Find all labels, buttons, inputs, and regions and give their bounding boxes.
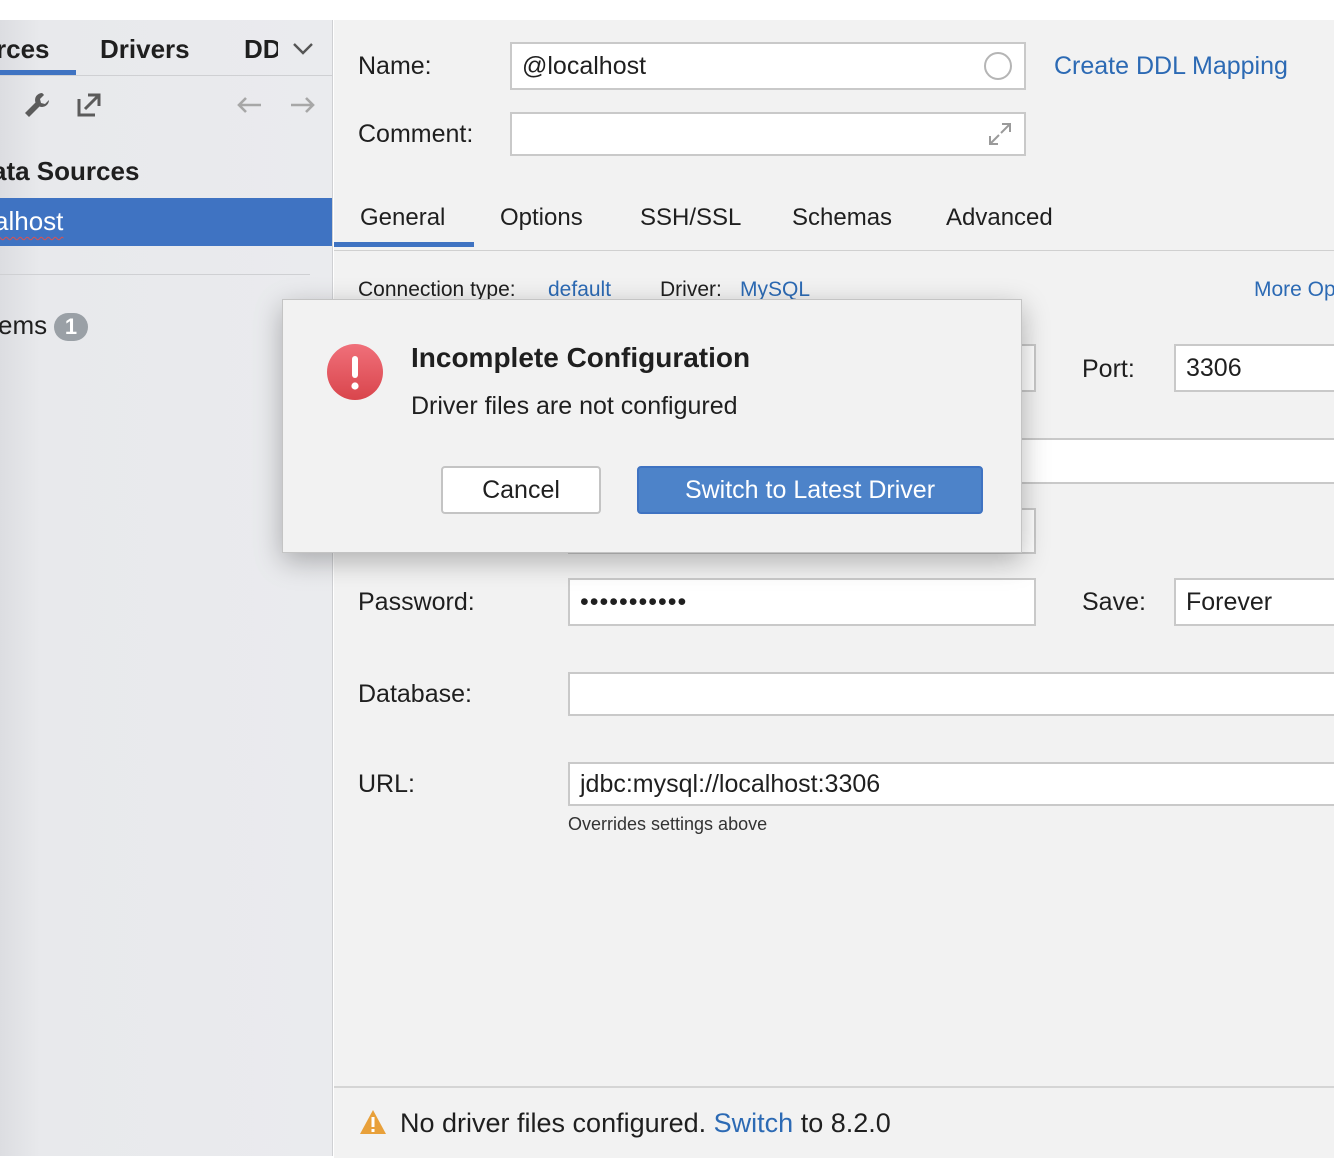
wrench-icon[interactable] — [20, 88, 54, 122]
password-label: Password: — [358, 588, 475, 616]
switch-to-latest-driver-button[interactable]: Switch to Latest Driver — [637, 466, 983, 514]
tab-general[interactable]: General — [360, 204, 445, 232]
dialog-message: Driver files are not configured — [411, 392, 738, 420]
sidebar-divider — [0, 274, 310, 275]
sidebar-tab-data-sources[interactable]: rces — [0, 34, 50, 65]
database-label: Database: — [358, 680, 472, 708]
tab-advanced[interactable]: Advanced — [946, 204, 1053, 232]
name-label: Name: — [358, 52, 432, 80]
error-icon — [327, 344, 383, 405]
back-arrow-icon[interactable] — [232, 88, 266, 122]
data-source-settings-panel: Name: @localhost Create DDL Mapping Comm… — [334, 20, 1334, 1158]
name-input[interactable]: @localhost — [510, 42, 1026, 90]
status-message-prefix: No driver files configured. — [400, 1108, 707, 1138]
more-options-link[interactable]: More Op — [1254, 278, 1334, 302]
save-select[interactable]: Forever — [1174, 578, 1334, 626]
problems-count-badge: 1 — [54, 313, 88, 341]
status-message-suffix: to 8.2.0 — [800, 1108, 891, 1138]
incomplete-configuration-dialog: Incomplete Configuration Driver files ar… — [282, 299, 1022, 553]
sidebar-section-heading: ata Sources — [0, 156, 140, 186]
url-hint: Overrides settings above — [568, 814, 768, 834]
sidebar-tabs-divider — [0, 75, 332, 76]
tab-active-indicator — [334, 242, 474, 247]
tab-ssh-ssl[interactable]: SSH/SSL — [640, 204, 741, 232]
port-label: Port: — [1082, 355, 1135, 383]
color-circle-icon[interactable] — [984, 52, 1012, 80]
sidebar-tab-drivers[interactable]: Drivers — [100, 34, 190, 65]
open-external-icon[interactable] — [72, 88, 106, 122]
tab-options[interactable]: Options — [500, 204, 583, 232]
sidebar-tab-ddl[interactable]: DD — [244, 34, 278, 65]
dialog-title: Incomplete Configuration — [411, 342, 751, 373]
save-label: Save: — [1082, 588, 1146, 616]
url-input-value: jdbc:mysql://localhost:3306 — [580, 769, 881, 798]
password-input-value: ••••••••••• — [580, 587, 688, 616]
password-input[interactable]: ••••••••••• — [568, 578, 1036, 626]
warning-icon — [358, 1108, 388, 1141]
sidebar-item-localhost[interactable]: alhost — [0, 198, 332, 246]
save-select-value: Forever — [1186, 587, 1273, 616]
comment-label: Comment: — [358, 120, 474, 148]
url-input[interactable]: jdbc:mysql://localhost:3306 — [568, 762, 1334, 806]
comment-input[interactable] — [510, 112, 1026, 156]
port-input[interactable]: 3306 — [1174, 344, 1334, 392]
tabs-overflow-chevron-icon[interactable] — [286, 32, 320, 66]
expand-icon[interactable] — [986, 120, 1014, 153]
name-input-value: @localhost — [522, 51, 647, 80]
database-input[interactable] — [568, 672, 1334, 716]
sidebar-problems-label[interactable]: ems — [0, 310, 47, 341]
url-label: URL: — [358, 770, 415, 798]
status-message: No driver files configured. Switch to 8.… — [400, 1108, 891, 1139]
tabs-divider — [334, 250, 1334, 251]
port-input-value: 3306 — [1186, 353, 1242, 382]
tab-schemas[interactable]: Schemas — [792, 204, 892, 232]
forward-arrow-icon[interactable] — [286, 88, 320, 122]
sidebar: rces Drivers DD ata Sources alhost ems 1 — [0, 20, 333, 1156]
status-bar: No driver files configured. Switch to 8.… — [334, 1086, 1334, 1158]
switch-driver-link[interactable]: Switch — [714, 1108, 794, 1138]
cancel-button[interactable]: Cancel — [441, 466, 601, 514]
sidebar-item-label: alhost — [0, 206, 64, 236]
create-ddl-mapping-link[interactable]: Create DDL Mapping — [1054, 52, 1288, 81]
